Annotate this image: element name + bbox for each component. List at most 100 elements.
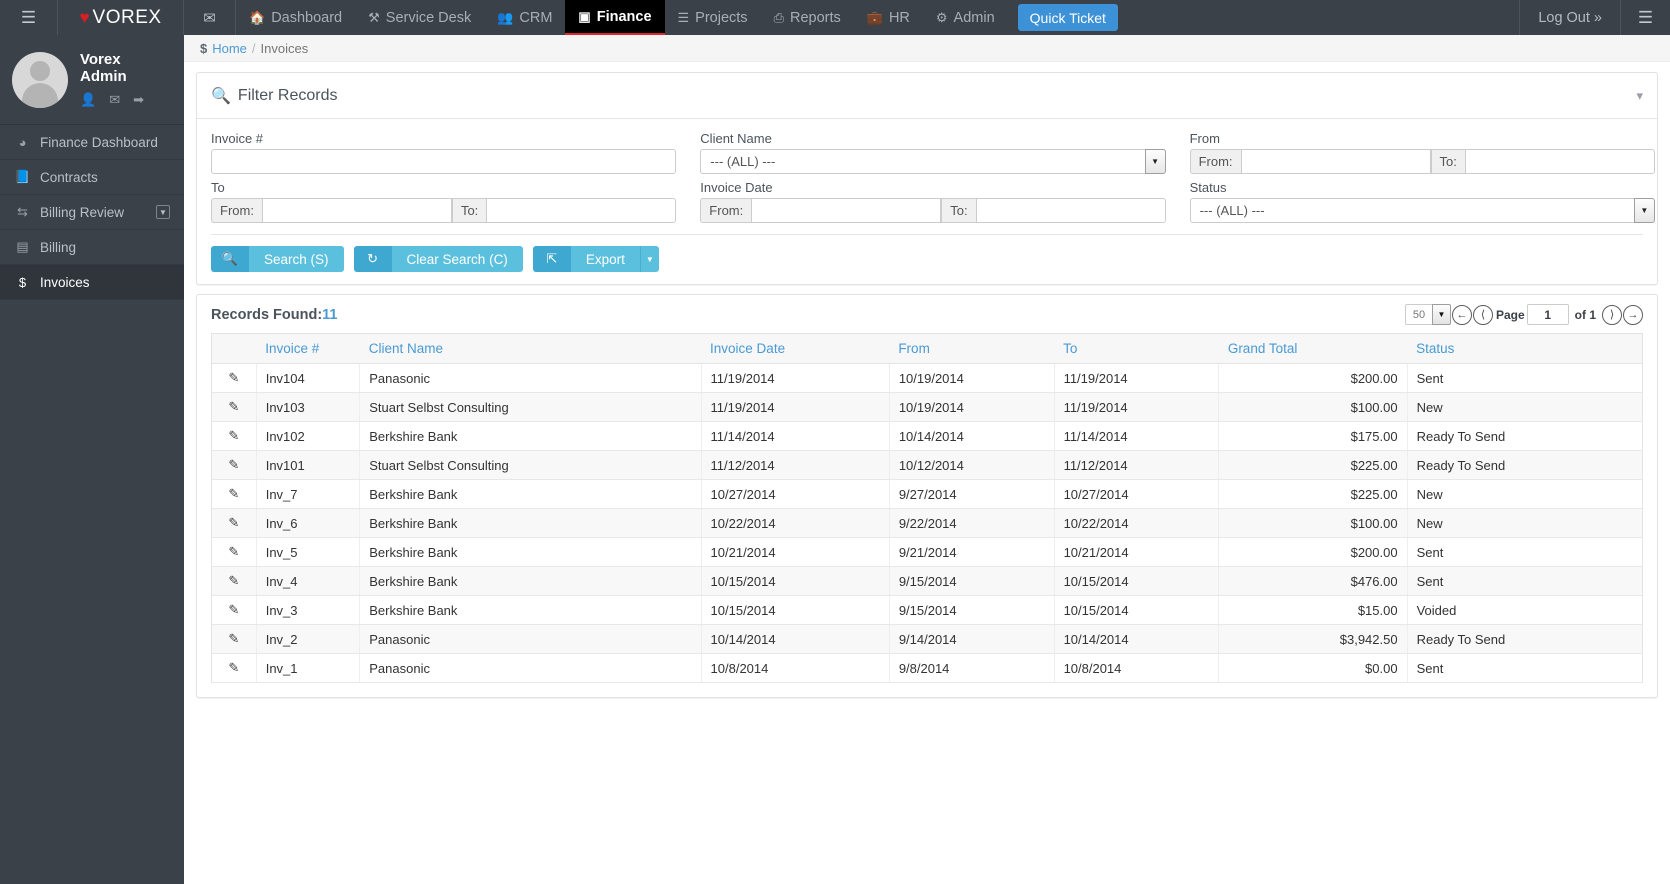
edit-icon[interactable]: ✎ [228,457,239,472]
quick-ticket-button[interactable]: Quick Ticket [1017,4,1118,31]
cell-invoice-number: Inv_7 [255,479,360,509]
table-row[interactable]: ✎ Inv_3 Berkshire Bank 10/15/2014 9/15/2014 1… [211,595,1644,625]
caret-down-icon[interactable]: ▼ [1633,198,1655,223]
to-range-end-input[interactable] [486,198,677,223]
invoice-date-range: From: To: [700,198,1166,223]
nav-item-admin[interactable]: ⚙ Admin [923,0,1008,35]
field-to-range: To From: To: [211,177,677,223]
search-button[interactable]: 🔍 Search (S) [211,246,344,272]
row-edit-cell[interactable]: ✎ [211,450,257,480]
first-page-button[interactable]: ← [1451,304,1472,325]
results-panel: Records Found:11 50 ▼ ← ⟨ Page of 1 ⟩ → [196,294,1658,698]
column-header-grand-total[interactable]: Grand Total [1218,333,1408,364]
column-header-status[interactable]: Status [1407,333,1644,364]
edit-icon[interactable]: ✎ [228,602,239,617]
sidebar-item-billing-review[interactable]: ⇆ Billing Review ▼ [0,195,184,230]
filter-panel-header: 🔍 Filter Records ▾ [197,73,1657,119]
row-edit-cell[interactable]: ✎ [211,653,257,683]
row-edit-cell[interactable]: ✎ [211,537,257,567]
export-button[interactable]: ⇱ Export ▼ [532,246,659,272]
chevron-down-icon[interactable]: ▼ [156,205,170,219]
table-row[interactable]: ✎ Inv_4 Berkshire Bank 10/15/2014 9/15/2014 1… [211,566,1644,596]
column-header-invoice-number[interactable]: Invoice # [256,333,360,364]
field-status: Status --- (ALL) --- ▼ [1189,177,1655,223]
caret-down-icon[interactable]: ▼ [1431,304,1451,325]
edit-icon[interactable]: ✎ [228,399,239,414]
nav-item-service-desk[interactable]: ⚒ Service Desk [355,0,484,35]
user-profile-icon[interactable]: 👤 [80,92,96,108]
row-edit-cell[interactable]: ✎ [211,421,257,451]
vorex-logo[interactable]: ♥ VOREX [58,0,184,35]
sidebar-item-finance-dashboard[interactable]: ◕ Finance Dashboard [0,125,184,160]
invoice-number-input[interactable] [211,149,677,174]
table-row[interactable]: ✎ Inv103 Stuart Selbst Consulting 11/19/201… [211,392,1644,422]
row-edit-cell[interactable]: ✎ [211,508,257,538]
nav-item-dashboard[interactable]: 🏠 Dashboard [236,0,355,35]
row-edit-cell[interactable]: ✎ [211,566,257,596]
cell-invoice-date: 10/22/2014 [700,508,890,538]
edit-icon[interactable]: ✎ [228,573,239,588]
table-row[interactable]: ✎ Inv_6 Berkshire Bank 10/22/2014 9/22/2014 1… [211,508,1644,538]
column-header-to[interactable]: To [1054,333,1219,364]
column-header-invoice-date[interactable]: Invoice Date [701,333,890,364]
last-page-button[interactable]: → [1623,304,1643,325]
invoice-date-end-input[interactable] [975,198,1166,223]
page-size-select[interactable]: 50 ▼ [1404,304,1451,325]
cell-client-name: Berkshire Bank [359,421,702,451]
row-edit-cell[interactable]: ✎ [211,595,257,625]
filter-actions: 🔍 Search (S) ↻ Clear Search (C) ⇱ Export… [211,234,1643,284]
dashboard-icon: ◕ [18,134,27,150]
sidebar-item-invoices[interactable]: $ Invoices [0,265,184,300]
nav-item-finance[interactable]: ▣ Finance [565,0,665,35]
export-dropdown-caret-icon[interactable]: ▼ [639,246,659,272]
edit-icon[interactable]: ✎ [228,515,239,530]
user-signout-icon[interactable]: ➡ [133,92,144,108]
right-menu-toggle[interactable]: ☰ [1620,0,1670,35]
mail-icon[interactable]: ✉ [184,0,236,35]
caret-down-icon[interactable]: ▼ [1144,149,1166,174]
nav-item-reports[interactable]: ⎙ Reports [761,0,854,35]
clear-search-button[interactable]: ↻ Clear Search (C) [353,246,523,272]
from-range-start-input[interactable] [1240,149,1431,174]
row-edit-cell[interactable]: ✎ [211,363,257,393]
page-number-input[interactable] [1526,304,1569,325]
logout-button[interactable]: Log Out » [1519,0,1620,35]
invoice-date-start-input[interactable] [751,198,942,223]
previous-page-button[interactable]: ⟨ [1472,304,1493,325]
sidebar-item-billing[interactable]: ▤ Billing [0,230,184,265]
edit-icon[interactable]: ✎ [228,631,239,646]
edit-icon[interactable]: ✎ [228,428,239,443]
sidebar-toggle-button[interactable]: ☰ [0,0,58,35]
sidebar-item-contracts[interactable]: 📘 Contracts [0,160,184,195]
table-row[interactable]: ✎ Inv104 Panasonic 11/19/2014 10/19/2014 11/1… [211,363,1644,393]
row-edit-cell[interactable]: ✎ [211,479,257,509]
edit-icon[interactable]: ✎ [228,660,239,675]
next-page-button[interactable]: ⟩ [1602,304,1622,325]
table-row[interactable]: ✎ Inv101 Stuart Selbst Consulting 11/12/201… [211,450,1644,480]
table-row[interactable]: ✎ Inv102 Berkshire Bank 11/14/2014 10/14/201… [211,421,1644,451]
nav-item-hr[interactable]: 💼 HR [854,0,923,35]
collapse-panel-button[interactable]: ▾ [1636,88,1643,104]
cell-status: Ready To Send [1406,450,1644,480]
column-header-client-name[interactable]: Client Name [359,333,702,364]
table-row[interactable]: ✎ Inv_7 Berkshire Bank 10/27/2014 9/27/2014 1… [211,479,1644,509]
table-row[interactable]: ✎ Inv_2 Panasonic 10/14/2014 9/14/2014 10/14/… [211,624,1644,654]
edit-icon[interactable]: ✎ [228,544,239,559]
nav-item-projects[interactable]: ☰ Projects [665,0,761,35]
row-edit-cell[interactable]: ✎ [211,624,257,654]
status-select[interactable]: --- (ALL) --- ▼ [1189,198,1655,223]
table-row[interactable]: ✎ Inv_1 Panasonic 10/8/2014 9/8/2014 10/8/201… [211,653,1644,683]
nav-item-crm[interactable]: 👥 CRM [484,0,565,35]
edit-icon[interactable]: ✎ [228,486,239,501]
dollar-icon: $ [200,40,208,56]
client-name-select[interactable]: --- (ALL) --- ▼ [700,149,1166,174]
user-messages-icon[interactable]: ✉ [109,92,120,108]
table-row[interactable]: ✎ Inv_5 Berkshire Bank 10/21/2014 9/21/2014 1… [211,537,1644,567]
row-edit-cell[interactable]: ✎ [211,392,257,422]
breadcrumb-home-link[interactable]: Home [212,41,247,56]
cell-to: 11/14/2014 [1053,421,1219,451]
to-range-start-input[interactable] [261,198,452,223]
column-header-from[interactable]: From [889,333,1055,364]
from-range-end-input[interactable] [1464,149,1655,174]
edit-icon[interactable]: ✎ [228,370,239,385]
